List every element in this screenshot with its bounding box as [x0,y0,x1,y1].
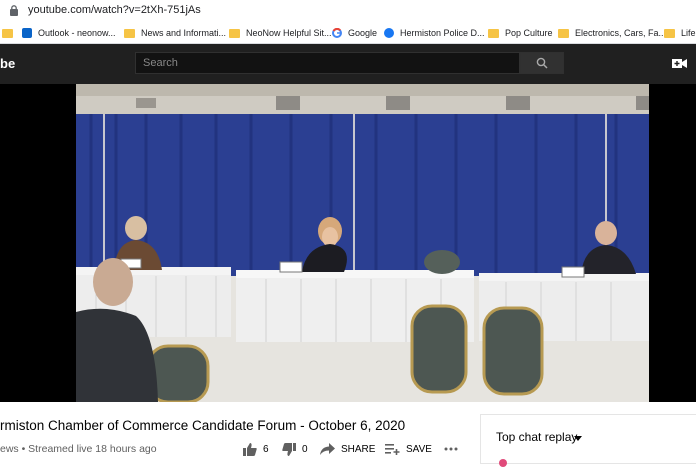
search-icon [536,57,548,69]
save-playlist-icon [385,444,400,455]
search-placeholder: Search [143,57,178,69]
bookmark-electronics[interactable]: Electronics, Cars, Fa... [558,26,666,40]
video-frame[interactable] [76,84,649,402]
bookmark-pop-culture[interactable]: Pop Culture [488,26,553,40]
video-player[interactable] [0,84,696,402]
video-info: rmiston Chamber of Commerce Candidate Fo… [0,402,696,467]
bookmark-label: NeoNow Helpful Sit... [246,28,332,38]
search-input[interactable]: Search [135,52,520,74]
video-title: rmiston Chamber of Commerce Candidate Fo… [0,418,406,433]
bookmarks-bar: Outlook - neonow... News and Informati..… [0,22,696,44]
share-icon [320,443,335,455]
bookmark-folder[interactable] [2,26,19,40]
chat-avatar [499,459,507,467]
bookmark-life[interactable]: Life H [664,26,696,40]
url-text: youtube.com/watch?v=2tXh-751jAs [28,4,201,16]
bookmark-label: News and Informati... [141,28,227,38]
dropdown-arrow-icon[interactable] [574,436,582,441]
dislike-count: 0 [302,443,308,455]
folder-icon [124,28,135,38]
thumbs-down-icon [282,442,296,456]
like-count: 6 [263,443,269,455]
google-icon [332,28,342,38]
folder-icon [664,28,675,38]
more-actions-button[interactable] [444,441,458,457]
bookmark-google[interactable]: Google [332,26,377,40]
folder-icon [558,28,569,38]
bookmark-label: Outlook - neonow... [38,28,116,38]
folder-icon [488,28,499,38]
facebook-icon [384,28,394,38]
share-label: SHARE [341,443,376,455]
folder-icon [2,28,13,38]
chat-mode-dropdown[interactable]: Top chat replay [496,430,577,444]
save-label: SAVE [406,443,432,455]
chat-panel: Top chat replay [480,414,696,467]
bookmark-label: Google [348,28,378,38]
create-video-icon[interactable] [672,58,687,69]
dislike-button[interactable]: 0 [282,441,308,457]
bookmark-outlook[interactable]: Outlook - neonow... [22,26,116,40]
bookmark-label: Electronics, Cars, Fa... [575,28,667,38]
search-button[interactable] [520,52,564,74]
bookmark-news[interactable]: News and Informati... [124,26,226,40]
bookmark-label: Pop Culture [505,28,553,38]
thumbs-up-icon [243,442,257,456]
save-button[interactable]: SAVE [385,441,432,457]
youtube-header: be Search [0,44,696,84]
bookmark-hermiston-police[interactable]: Hermiston Police D... [384,26,485,40]
more-icon [444,447,458,451]
like-button[interactable]: 6 [243,441,269,457]
lock-icon [10,5,18,16]
address-bar[interactable]: youtube.com/watch?v=2tXh-751jAs [0,0,696,22]
video-scene [76,84,649,402]
bookmark-label: Life H [681,28,696,38]
outlook-icon [22,28,32,38]
bookmark-label: Hermiston Police D... [400,28,485,38]
video-meta: ews • Streamed live 18 hours ago [0,443,157,455]
youtube-logo[interactable]: be [0,56,15,71]
share-button[interactable]: SHARE [320,441,375,457]
folder-icon [229,28,240,38]
bookmark-neonow[interactable]: NeoNow Helpful Sit... [229,26,332,40]
